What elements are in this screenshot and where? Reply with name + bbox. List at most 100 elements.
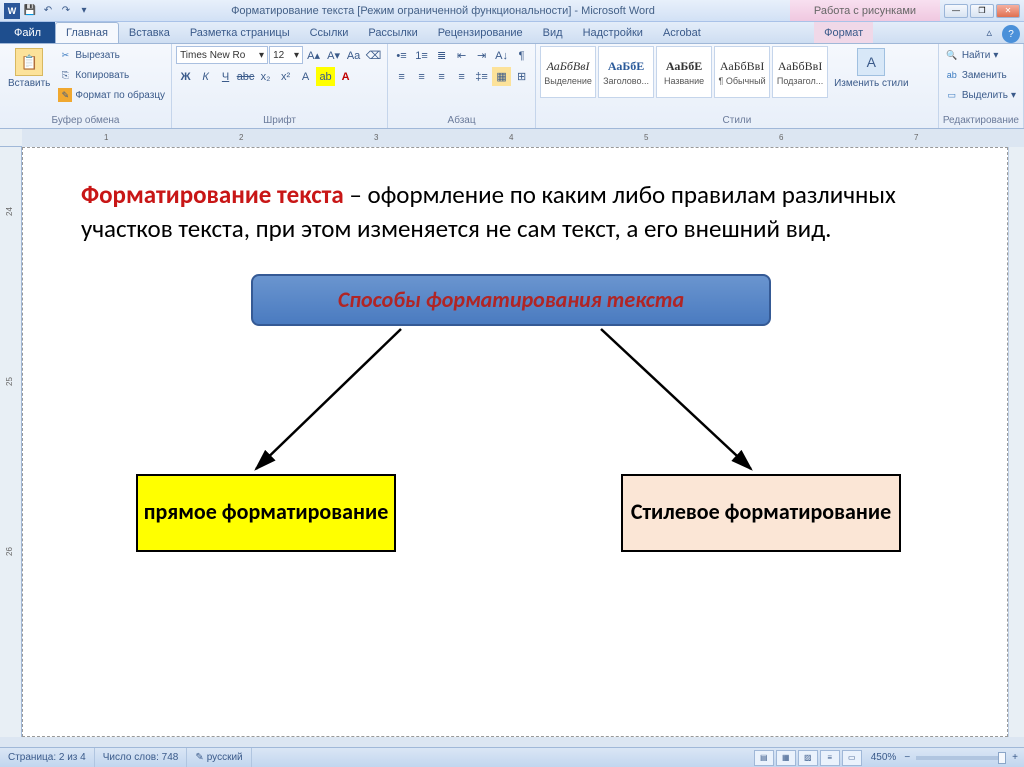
sort-button[interactable]: A↓ (492, 46, 511, 65)
borders-button[interactable]: ⊞ (512, 67, 531, 86)
tab-insert[interactable]: Вставка (119, 22, 180, 43)
ribbon: 📋 Вставить ✂Вырезать ⎘Копировать ✎Формат… (0, 44, 1024, 129)
zoom-thumb[interactable] (998, 752, 1006, 764)
diagram-header[interactable]: Способы форматирования текста (251, 274, 771, 326)
tab-format[interactable]: Формат (814, 22, 873, 43)
tab-review[interactable]: Рецензирование (428, 22, 533, 43)
status-word-count[interactable]: Число слов: 748 (95, 748, 188, 767)
replace-button[interactable]: abЗаменить (943, 66, 1018, 84)
redo-icon[interactable]: ↷ (58, 3, 74, 19)
undo-icon[interactable]: ↶ (40, 3, 56, 19)
close-button[interactable]: ✕ (996, 4, 1020, 18)
ruler-row: 1 2 3 4 5 6 7 (0, 129, 1024, 147)
zoom-slider[interactable] (916, 756, 1006, 760)
change-styles-button[interactable]: A Изменить стили (830, 46, 912, 91)
group-clipboard-label: Буфер обмена (4, 114, 167, 127)
spellcheck-icon: ✎ (195, 752, 203, 763)
tab-view[interactable]: Вид (533, 22, 573, 43)
view-reading[interactable]: ▦ (776, 750, 796, 766)
tab-addins[interactable]: Надстройки (573, 22, 653, 43)
view-draft[interactable]: ▭ (842, 750, 862, 766)
save-icon[interactable]: 💾 (22, 3, 38, 19)
bold-button[interactable]: Ж (176, 67, 195, 86)
clear-formatting-button[interactable]: ⌫ (364, 46, 383, 65)
group-font-label: Шрифт (176, 114, 383, 127)
line-spacing-button[interactable]: ‡≡ (472, 67, 491, 86)
decrease-indent-button[interactable]: ⇤ (452, 46, 471, 65)
ribbon-minimize-icon[interactable]: ▵ (976, 22, 1002, 43)
restore-button[interactable]: ❐ (970, 4, 994, 18)
text-effects-button[interactable]: A (296, 67, 315, 86)
view-outline[interactable]: ≡ (820, 750, 840, 766)
subscript-button[interactable]: x₂ (256, 67, 275, 86)
change-case-button[interactable]: Aa (344, 46, 363, 65)
multilevel-button[interactable]: ≣ (432, 46, 451, 65)
shrink-font-button[interactable]: A▾ (324, 46, 343, 65)
view-web[interactable]: ▨ (798, 750, 818, 766)
justify-button[interactable]: ≡ (452, 67, 471, 86)
title-bar: W 💾 ↶ ↷ ▾ Форматирование текста [Режим о… (0, 0, 1024, 22)
window-title: Форматирование текста [Режим ограниченно… (96, 5, 790, 17)
group-editing: 🔍Найти▾ abЗаменить ▭Выделить▾ Редактиров… (939, 44, 1024, 128)
zoom-level[interactable]: 450% (863, 748, 905, 767)
tab-mailings[interactable]: Рассылки (358, 22, 427, 43)
superscript-button[interactable]: x² (276, 67, 295, 86)
quick-access-toolbar: W 💾 ↶ ↷ ▾ (0, 3, 96, 19)
tab-page-layout[interactable]: Разметка страницы (180, 22, 300, 43)
font-name-combo[interactable]: Times New Ro▾ (176, 46, 268, 64)
align-right-button[interactable]: ≡ (432, 67, 451, 86)
paste-icon: 📋 (15, 48, 43, 76)
shading-button[interactable]: ▦ (492, 67, 511, 86)
group-clipboard: 📋 Вставить ✂Вырезать ⎘Копировать ✎Формат… (0, 44, 172, 128)
vertical-ruler[interactable]: 24 25 26 (0, 147, 22, 737)
diagram-box-direct[interactable]: прямое форматирование (136, 474, 396, 552)
help-icon[interactable]: ? (1002, 25, 1020, 43)
numbering-button[interactable]: 1≡ (412, 46, 431, 65)
tab-references[interactable]: Ссылки (300, 22, 359, 43)
contextual-tab-group: Работа с рисунками (790, 0, 940, 21)
paste-button[interactable]: 📋 Вставить (4, 46, 54, 91)
status-language[interactable]: ✎русский (187, 748, 251, 767)
highlight-button[interactable]: ab (316, 67, 335, 86)
diagram-box-style[interactable]: Стилевое форматирование (621, 474, 901, 552)
style-subtitle[interactable]: АаБбВвІПодзагол... (772, 46, 828, 98)
font-color-button[interactable]: A (336, 67, 355, 86)
zoom-out-button[interactable]: − (904, 752, 910, 763)
font-size-combo[interactable]: 12▾ (269, 46, 303, 64)
cut-button[interactable]: ✂Вырезать (56, 46, 167, 64)
vertical-scrollbar[interactable] (1008, 147, 1024, 737)
align-center-button[interactable]: ≡ (412, 67, 431, 86)
diagram: Способы форматирования текста прямое фор… (81, 274, 949, 594)
show-marks-button[interactable]: ¶ (512, 46, 531, 65)
find-icon: 🔍 (945, 48, 959, 62)
style-normal[interactable]: АаБбВвІ¶ Обычный (714, 46, 770, 98)
grow-font-button[interactable]: A▴ (304, 46, 323, 65)
document-page[interactable]: Форматирование текста – оформление по ка… (22, 147, 1008, 737)
find-button[interactable]: 🔍Найти▾ (943, 46, 1018, 64)
status-page[interactable]: Страница: 2 из 4 (0, 748, 95, 767)
underline-button[interactable]: Ч (216, 67, 235, 86)
qat-dropdown-icon[interactable]: ▾ (76, 3, 92, 19)
align-left-button[interactable]: ≡ (392, 67, 411, 86)
tab-acrobat[interactable]: Acrobat (653, 22, 711, 43)
group-font: Times New Ro▾ 12▾ A▴ A▾ Aa ⌫ Ж К Ч abc x… (172, 44, 388, 128)
italic-button[interactable]: К (196, 67, 215, 86)
status-bar: Страница: 2 из 4 Число слов: 748 ✎русски… (0, 747, 1024, 767)
increase-indent-button[interactable]: ⇥ (472, 46, 491, 65)
view-print-layout[interactable]: ▤ (754, 750, 774, 766)
copy-button[interactable]: ⎘Копировать (56, 66, 167, 84)
group-styles: АаБбВвІВыделение АаБбЕЗаголово... АаБбЕН… (536, 44, 939, 128)
file-tab[interactable]: Файл (0, 22, 55, 43)
zoom-in-button[interactable]: + (1012, 752, 1024, 763)
bullets-button[interactable]: •≡ (392, 46, 411, 65)
tab-home[interactable]: Главная (55, 22, 119, 43)
style-title[interactable]: АаБбЕНазвание (656, 46, 712, 98)
select-button[interactable]: ▭Выделить▾ (943, 86, 1018, 104)
format-painter-button[interactable]: ✎Формат по образцу (56, 86, 167, 104)
minimize-button[interactable]: — (944, 4, 968, 18)
select-icon: ▭ (945, 88, 959, 102)
style-emphasis[interactable]: АаБбВвІВыделение (540, 46, 596, 98)
style-heading[interactable]: АаБбЕЗаголово... (598, 46, 654, 98)
group-editing-label: Редактирование (943, 114, 1019, 127)
strikethrough-button[interactable]: abc (236, 67, 255, 86)
